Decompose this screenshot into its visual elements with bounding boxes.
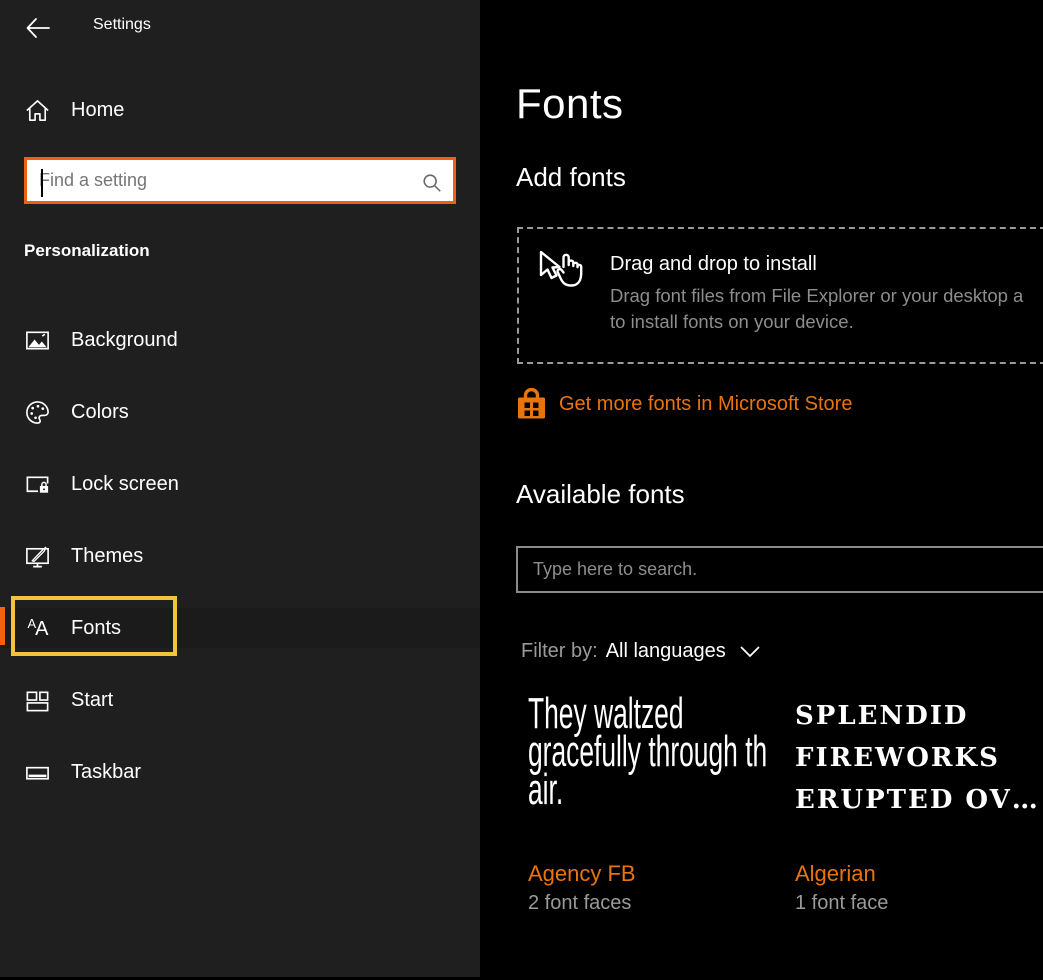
text-cursor [41,169,43,197]
sidebar-item-start[interactable]: Start [0,680,480,720]
home-icon [24,97,51,124]
sidebar-item-label: Taskbar [71,761,141,784]
dropzone-description-line2: to install fonts on your device. [610,309,1023,335]
microsoft-store-icon [516,388,547,420]
font-search-box[interactable] [516,546,1043,593]
filter-value: All languages [606,640,726,663]
taskbar-icon [24,759,51,786]
sidebar-item-label: Lock screen [71,473,179,496]
sidebar-item-label: Start [71,689,113,712]
search-icon[interactable] [421,172,443,194]
sidebar-header: Settings [0,10,480,50]
find-setting-searchbox[interactable] [24,157,456,204]
font-name[interactable]: Agency FB [528,861,768,887]
available-fonts-heading: Available fonts [516,479,685,510]
back-icon[interactable] [24,14,52,42]
sidebar-item-background[interactable]: Background [0,320,480,360]
preview-line: ERUPTED OV… [795,779,1043,821]
filter-by-dropdown[interactable]: Filter by: All languages [521,640,760,663]
preview-line: air. [528,771,672,809]
filter-label: Filter by: [521,640,598,663]
sidebar-item-themes[interactable]: Themes [0,536,480,576]
preview-line: SPLENDID [795,695,1043,737]
chevron-down-icon [740,646,760,658]
font-face-count: 1 font face [795,892,1043,915]
add-fonts-heading: Add fonts [516,162,626,193]
font-preview-text: They waltzed gracefully through the air. [528,695,768,847]
sidebar-item-label: Colors [71,401,129,424]
category-title: Personalization [24,241,150,261]
fonts-icon: AA [24,615,51,642]
selected-item-accent-bar [0,607,5,645]
dropzone-title: Drag and drop to install [610,253,1023,276]
dropzone-text: Drag and drop to install Drag font files… [610,253,1023,335]
font-preview-text: SPLENDID FIREWORKS ERUPTED OV… [795,695,1043,847]
font-tile-agency-fb[interactable]: They waltzed gracefully through the air.… [528,695,768,915]
sidebar: Settings Home Personalization Background [0,0,480,977]
themes-icon [24,543,51,570]
sidebar-item-fonts[interactable]: AA Fonts [0,608,480,648]
fonts-settings-page: Fonts Add fonts Drag and drop to install… [480,0,1043,980]
lock-screen-icon [24,471,51,498]
dropzone-description-line1: Drag font files from File Explorer or yo… [610,283,1023,309]
font-search-input[interactable] [518,548,1043,591]
sidebar-item-colors[interactable]: Colors [0,392,480,432]
start-tiles-icon [24,687,51,714]
sidebar-item-label: Themes [71,545,143,568]
get-more-fonts-link-row[interactable]: Get more fonts in Microsoft Store [516,388,852,420]
preview-line: FIREWORKS [795,737,1043,779]
sidebar-item-home[interactable]: Home [0,90,480,130]
find-setting-input[interactable] [27,160,453,201]
settings-window: Settings Home Personalization Background [0,0,1043,980]
sidebar-item-label: Fonts [71,617,121,640]
image-icon [24,327,51,354]
sidebar-item-lock-screen[interactable]: Lock screen [0,464,480,504]
font-name[interactable]: Algerian [795,861,1043,887]
palette-icon [24,399,51,426]
sidebar-item-label: Background [71,329,178,352]
sidebar-item-taskbar[interactable]: Taskbar [0,752,480,792]
sidebar-item-label: Home [71,99,124,122]
drag-drop-zone[interactable]: Drag and drop to install Drag font files… [517,227,1043,364]
font-tile-algerian[interactable]: SPLENDID FIREWORKS ERUPTED OV… Algerian … [795,695,1043,915]
drag-cursor-hand-icon [536,246,588,300]
page-title: Fonts [516,80,624,128]
font-face-count: 2 font faces [528,892,768,915]
app-title: Settings [93,16,151,34]
get-more-fonts-link[interactable]: Get more fonts in Microsoft Store [559,393,852,416]
